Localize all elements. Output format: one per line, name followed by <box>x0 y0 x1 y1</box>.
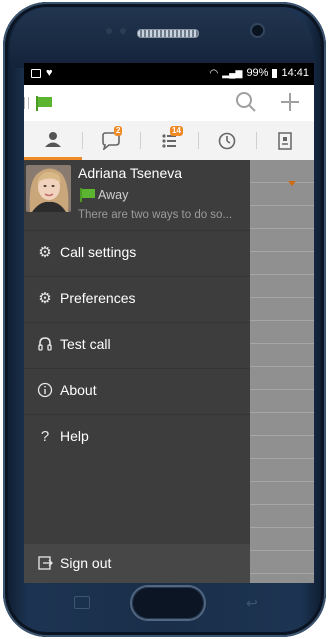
battery-level: 99% <box>246 67 269 79</box>
chats-badge: 2 <box>114 126 123 136</box>
presence-status: Away <box>98 188 129 202</box>
plus-icon[interactable] <box>278 91 302 115</box>
menu-handle[interactable] <box>24 97 29 109</box>
back-icon[interactable]: ↩ <box>246 595 262 611</box>
app-bar <box>24 85 314 121</box>
navigation-drawer: Adriana Tseneva Away There are two ways … <box>24 160 250 583</box>
tab-history[interactable] <box>198 121 256 160</box>
status-note: There are two ways to do so... <box>78 209 233 221</box>
menu-item-help[interactable]: ? Help <box>24 414 250 460</box>
green-flag-icon <box>80 188 95 202</box>
tab-contacts[interactable] <box>24 121 82 160</box>
notification-icon <box>31 68 41 78</box>
question-mark-icon: ? <box>40 428 50 445</box>
status-bar: ♥ ◠ ▂▄▆ 99% 14:41 <box>24 63 314 85</box>
info-icon <box>36 382 54 400</box>
collapse-arrow-icon[interactable] <box>288 181 296 186</box>
front-camera <box>252 25 263 36</box>
menu-label: Call settings <box>60 244 137 260</box>
search-icon[interactable] <box>234 91 258 115</box>
green-flag-icon[interactable] <box>36 96 52 111</box>
battery-icon <box>272 68 278 78</box>
earpiece-speaker <box>137 29 199 38</box>
sign-out-button[interactable]: Sign out <box>24 544 250 583</box>
heart-icon: ♥ <box>46 67 53 79</box>
menu-item-test-call[interactable]: Test call <box>24 322 250 368</box>
tab-meetings[interactable] <box>256 121 314 160</box>
menu-label: Test call <box>60 336 111 352</box>
tab-bar: 2 14 <box>24 121 314 161</box>
menu-label: Help <box>60 428 89 444</box>
person-icon <box>45 132 61 147</box>
clock: 14:41 <box>281 67 309 79</box>
headset-icon <box>36 336 54 354</box>
signal-icon: ▂▄▆ <box>222 67 243 78</box>
avatar <box>26 165 71 212</box>
sensor <box>120 28 126 34</box>
activity-badge: 14 <box>170 126 183 136</box>
tab-activity[interactable]: 14 <box>140 121 198 160</box>
home-button[interactable] <box>132 587 204 619</box>
sign-out-icon <box>36 555 54 573</box>
gears-icon: ⚙ <box>38 290 52 307</box>
gear-icon: ⚙ <box>38 244 52 261</box>
tab-chats[interactable]: 2 <box>82 121 140 160</box>
screen: ♥ ◠ ▂▄▆ 99% 14:41 2 14 Adriana Tseneva A… <box>24 63 314 583</box>
menu-label: Sign out <box>60 555 112 571</box>
recent-apps-icon[interactable] <box>74 596 90 609</box>
sensor <box>106 28 112 34</box>
profile-header[interactable]: Adriana Tseneva Away There are two ways … <box>24 160 250 230</box>
menu-label: About <box>60 382 97 398</box>
profile-name: Adriana Tseneva <box>78 165 183 181</box>
contact-list <box>250 160 314 583</box>
phone-top-bezel <box>10 8 313 68</box>
menu-label: Preferences <box>60 290 136 306</box>
meeting-room-icon <box>278 131 292 150</box>
menu-item-call-settings[interactable]: ⚙ Call settings <box>24 230 250 276</box>
menu-item-preferences[interactable]: ⚙ Preferences <box>24 276 250 322</box>
clock-icon <box>218 132 236 149</box>
menu-item-about[interactable]: About <box>24 368 250 414</box>
wifi-icon: ◠ <box>209 67 219 79</box>
